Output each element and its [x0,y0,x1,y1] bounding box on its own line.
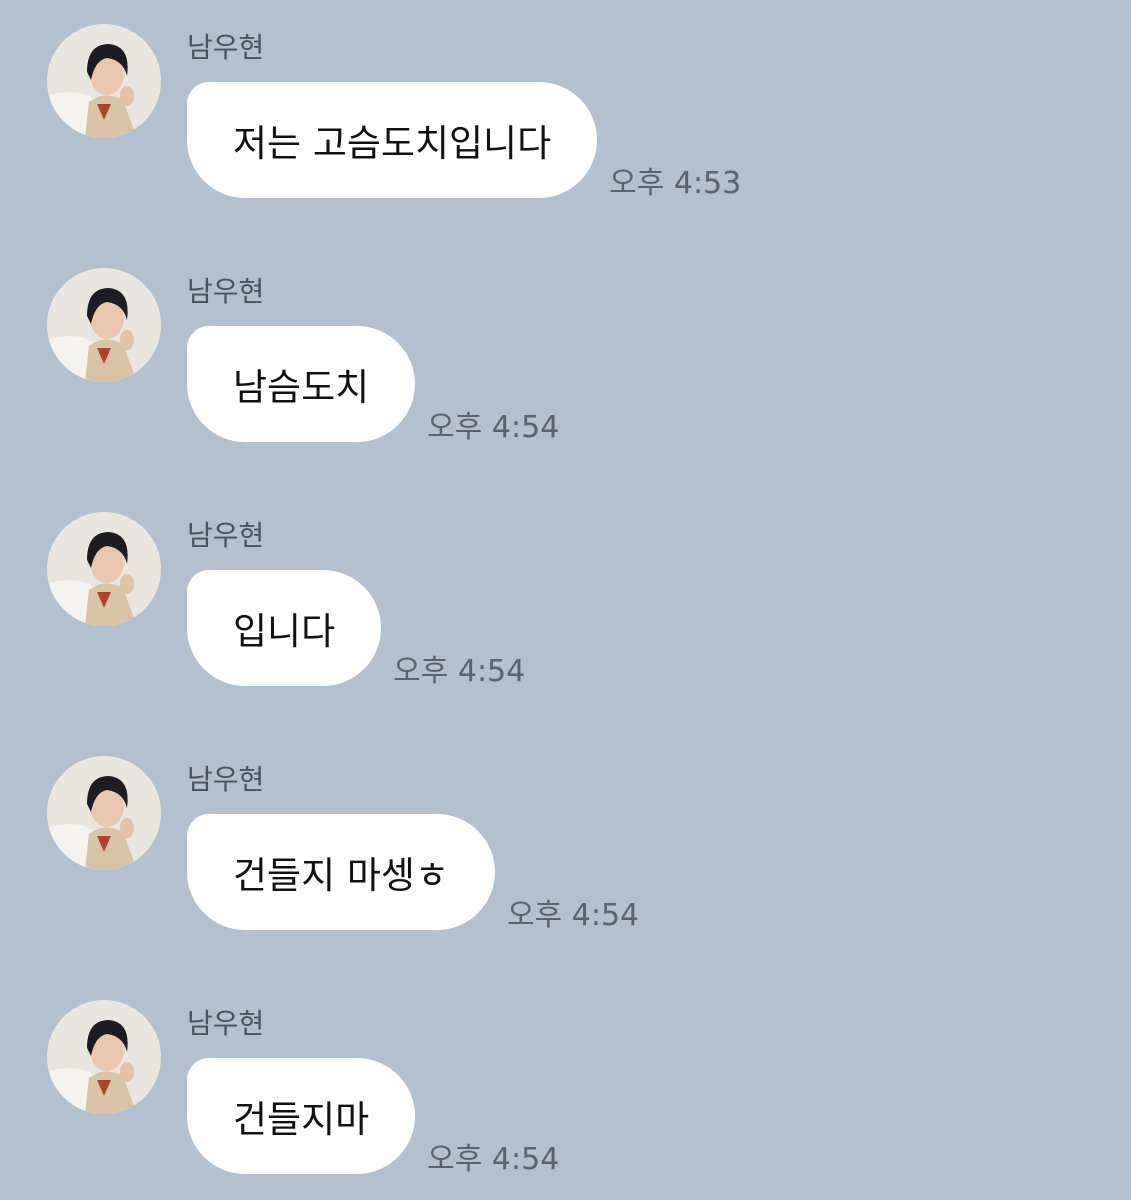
message-row: 건들지마 오후 4:54 [187,1058,559,1177]
profile-photo-icon [47,756,161,870]
message-bubble[interactable]: 건들지 마셍ㅎ [187,814,496,930]
message-time: 오후 4:53 [609,166,742,201]
avatar[interactable] [47,268,161,382]
avatar[interactable] [47,1000,161,1114]
message-item: 남우현 건들지마 오후 4:54 [0,976,1131,1177]
message-time: 오후 4:54 [427,1142,560,1177]
profile-photo-icon [47,1000,161,1114]
message-bubble[interactable]: 입니다 [187,570,382,686]
profile-photo-icon [47,512,161,626]
message-bubble[interactable]: 저는 고슴도치입니다 [187,82,598,198]
sender-name: 남우현 [187,1007,265,1040]
avatar[interactable] [47,24,161,138]
message-row: 저는 고슴도치입니다 오후 4:53 [187,82,741,201]
message-time: 오후 4:54 [507,898,640,933]
avatar[interactable] [47,512,161,626]
avatar[interactable] [47,756,161,870]
message-time: 오후 4:54 [427,410,560,445]
message-time: 오후 4:54 [393,654,526,689]
message-item: 남우현 저는 고슴도치입니다 오후 4:53 [0,0,1131,201]
message-row: 입니다 오후 4:54 [187,570,525,689]
sender-name: 남우현 [187,763,265,796]
message-row: 남슴도치 오후 4:54 [187,326,559,445]
message-item: 남우현 입니다 오후 4:54 [0,488,1131,689]
profile-photo-icon [47,24,161,138]
sender-name: 남우현 [187,275,265,308]
sender-name: 남우현 [187,31,265,64]
message-row: 건들지 마셍ㅎ 오후 4:54 [187,814,639,933]
message-bubble[interactable]: 건들지마 [187,1058,416,1174]
message-bubble[interactable]: 남슴도치 [187,326,416,442]
chat-window[interactable]: 남우현 저는 고슴도치입니다 오후 4:53 남우현 남슴도치 오후 4:54 [0,0,1131,1200]
message-item: 남우현 건들지 마셍ㅎ 오후 4:54 [0,732,1131,933]
message-item: 남우현 남슴도치 오후 4:54 [0,244,1131,445]
sender-name: 남우현 [187,519,265,552]
profile-photo-icon [47,268,161,382]
